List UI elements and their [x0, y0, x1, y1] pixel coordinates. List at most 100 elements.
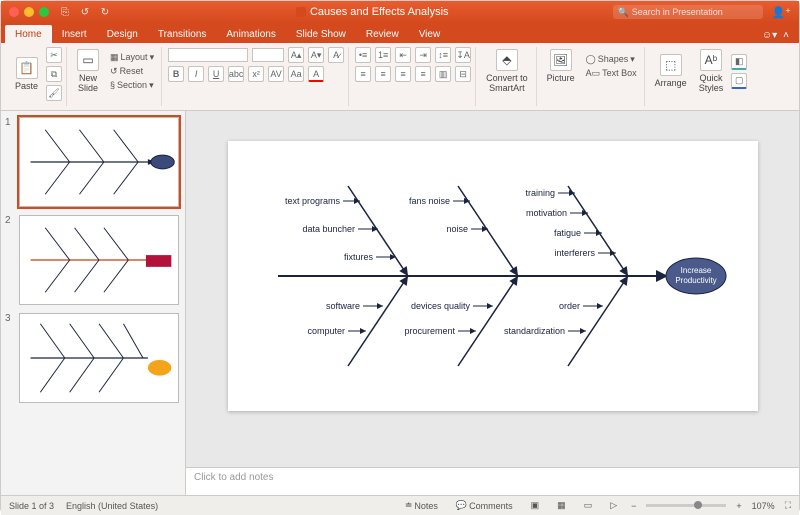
arrange-button[interactable]: ⬚ Arrange — [651, 52, 691, 90]
increase-font-button[interactable]: A▴ — [288, 47, 304, 63]
strike-button[interactable]: abc — [228, 66, 244, 82]
indent-more-button[interactable]: ⇥ — [415, 47, 431, 63]
tab-insert[interactable]: Insert — [52, 25, 97, 43]
convert-smartart-button[interactable]: ⬘ Convert to SmartArt — [482, 47, 532, 95]
change-case-button[interactable]: Aa — [288, 66, 304, 82]
section-button[interactable]: §Section▾ — [107, 79, 157, 92]
cut-button[interactable]: ✂ — [46, 47, 62, 63]
columns-button[interactable]: ▥ — [435, 66, 451, 82]
fishbone-diagram[interactable]: Increase Productivity text programs data… — [258, 171, 728, 381]
thumbnail-slide-3[interactable] — [19, 313, 179, 403]
font-family-select[interactable] — [168, 48, 248, 62]
shape-outline-button[interactable]: ▢ — [731, 73, 747, 89]
slide-canvas-area[interactable]: Increase Productivity text programs data… — [186, 111, 799, 467]
paragraph-group: •≡ 1≡ ⇤ ⇥ ↕≡ ↧A ≡ ≡ ≡ ≡ ▥ ⊟ — [351, 47, 476, 106]
arrange-icon: ⬚ — [660, 54, 682, 76]
clear-format-button[interactable]: A̷ — [328, 47, 344, 63]
view-reading-button[interactable]: ▭ — [580, 500, 597, 511]
justify-button[interactable]: ≡ — [415, 66, 431, 82]
text-direction-button[interactable]: ↧A — [455, 47, 471, 63]
line-spacing-button[interactable]: ↕≡ — [435, 47, 451, 63]
zoom-value[interactable]: 107% — [752, 501, 775, 511]
zoom-in-button[interactable]: + — [736, 501, 741, 511]
title-text: Causes and Effects Analysis — [310, 6, 449, 18]
align-right-button[interactable]: ≡ — [395, 66, 411, 82]
decrease-font-button[interactable]: A▾ — [308, 47, 324, 63]
comments-toggle[interactable]: 💬Comments — [452, 500, 517, 511]
cause: fatigue — [553, 228, 580, 238]
underline-button[interactable]: U — [208, 66, 224, 82]
cause: fans noise — [408, 196, 449, 206]
textbox-button[interactable]: A▭Text Box — [583, 67, 640, 80]
clipboard-group: 📋 Paste ✂ ⧉ 🖌 — [7, 47, 67, 106]
view-slideshow-button[interactable]: ▷ — [606, 500, 621, 511]
zoom-slider[interactable] — [646, 504, 726, 507]
shapes-button[interactable]: ◯Shapes▾ — [583, 53, 640, 66]
language-indicator[interactable]: English (United States) — [66, 501, 158, 511]
cause: fixtures — [343, 252, 373, 262]
save-icon[interactable]: ⎘ — [59, 7, 71, 18]
font-color-button[interactable]: A — [308, 66, 324, 82]
numbering-button[interactable]: 1≡ — [375, 47, 391, 63]
search-input[interactable]: 🔍 Search in Presentation — [613, 5, 763, 19]
tab-home[interactable]: Home — [5, 25, 52, 43]
indent-less-button[interactable]: ⇤ — [395, 47, 411, 63]
minimize-window-icon[interactable] — [24, 7, 34, 17]
share-button[interactable]: 👤⁺ — [771, 6, 791, 19]
current-slide[interactable]: Increase Productivity text programs data… — [228, 141, 758, 411]
ribbon-home: 📋 Paste ✂ ⧉ 🖌 ▭ New Slide ▦Layout▾ ↺Rese… — [1, 43, 799, 111]
tab-review[interactable]: Review — [356, 25, 409, 43]
bullets-button[interactable]: •≡ — [355, 47, 371, 63]
paste-button[interactable]: 📋 Paste — [11, 55, 42, 93]
workspace: 1 2 3 — [1, 111, 799, 495]
super-sub-button[interactable]: x² — [248, 66, 264, 82]
fit-window-button[interactable]: ⛶ — [785, 500, 791, 511]
tab-animations[interactable]: Animations — [216, 25, 285, 43]
tab-design[interactable]: Design — [97, 25, 148, 43]
close-window-icon[interactable] — [9, 7, 19, 17]
tab-view[interactable]: View — [409, 25, 451, 43]
notes-pane[interactable]: Click to add notes — [186, 467, 799, 495]
presentation-icon — [296, 7, 306, 17]
new-slide-button[interactable]: ▭ New Slide — [73, 47, 103, 95]
align-center-button[interactable]: ≡ — [375, 66, 391, 82]
collapse-ribbon-icon[interactable]: ˄ — [783, 30, 789, 41]
thumbnail-slide-1[interactable] — [19, 117, 179, 207]
tab-slideshow[interactable]: Slide Show — [286, 25, 356, 43]
italic-button[interactable]: I — [188, 66, 204, 82]
format-painter-button[interactable]: 🖌 — [46, 85, 62, 101]
quick-styles-button[interactable]: Aᵇ Quick Styles — [695, 47, 728, 95]
thumb-number: 1 — [5, 117, 15, 207]
window-controls[interactable] — [9, 7, 49, 17]
bold-button[interactable]: B — [168, 66, 184, 82]
thumb-number: 2 — [5, 215, 15, 305]
view-sorter-button[interactable]: ▦ — [553, 500, 570, 511]
comments-icon: 💬 — [456, 500, 467, 511]
notes-icon: ≐ — [405, 500, 413, 511]
picture-icon: 🖼 — [550, 49, 572, 71]
copy-button[interactable]: ⧉ — [46, 66, 62, 82]
view-normal-button[interactable]: ▣ — [527, 500, 544, 511]
align-left-button[interactable]: ≡ — [355, 66, 371, 82]
thumbnail-slide-2[interactable] — [19, 215, 179, 305]
cause: training — [525, 188, 555, 198]
char-spacing-button[interactable]: AV — [268, 66, 284, 82]
editor-pane: Increase Productivity text programs data… — [186, 111, 799, 495]
undo-icon[interactable]: ↺ — [79, 7, 91, 18]
tab-transitions[interactable]: Transitions — [148, 25, 217, 43]
shape-fill-button[interactable]: ◧ — [731, 54, 747, 70]
font-size-select[interactable] — [252, 48, 284, 62]
slide-indicator[interactable]: Slide 1 of 3 — [9, 501, 54, 511]
zoom-out-button[interactable]: − — [631, 501, 636, 511]
layout-button[interactable]: ▦Layout▾ — [107, 51, 157, 64]
redo-icon[interactable]: ↻ — [99, 7, 111, 18]
picture-button[interactable]: 🖼 Picture — [543, 47, 579, 85]
cause: procurement — [404, 326, 455, 336]
cause: data buncher — [302, 224, 355, 234]
notes-toggle[interactable]: ≐Notes — [401, 500, 442, 511]
notes-placeholder: Click to add notes — [194, 472, 274, 483]
reset-button[interactable]: ↺Reset — [107, 65, 157, 78]
align-text-button[interactable]: ⊟ — [455, 66, 471, 82]
zoom-window-icon[interactable] — [39, 7, 49, 17]
smiley-feedback-icon[interactable]: ☺▾ — [762, 30, 777, 41]
